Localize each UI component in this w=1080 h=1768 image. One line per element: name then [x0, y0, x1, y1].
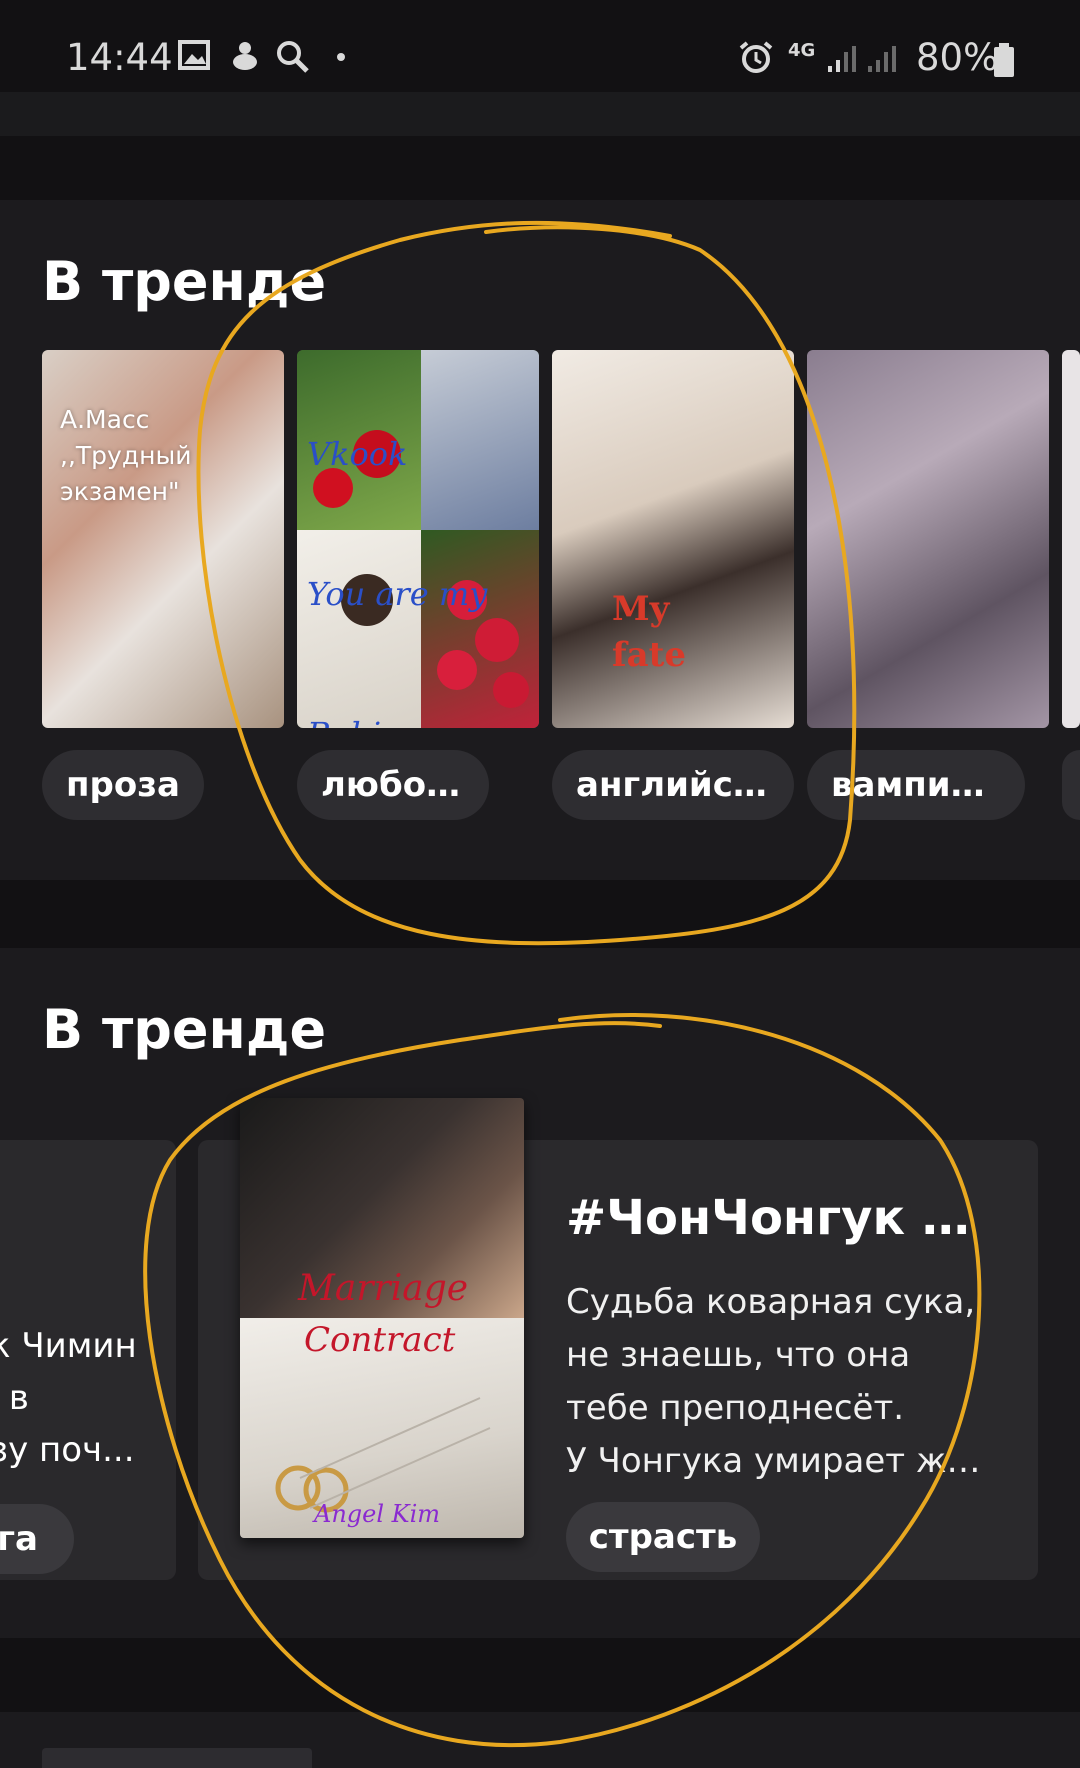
- genre-chip[interactable]: ега: [0, 1504, 74, 1574]
- desc-line: тебе преподнесёт.: [566, 1388, 905, 1428]
- book-cover-3[interactable]: My fate: [552, 350, 794, 728]
- desc-line: У Чонгука умирает жена...: [566, 1441, 996, 1481]
- cover-text: Contract: [304, 1320, 456, 1360]
- card-desc-line: зу поч...: [0, 1430, 135, 1470]
- book-cover-1[interactable]: А.Масс ,,Трудный экзамен": [42, 350, 284, 728]
- section-title: В тренде: [42, 998, 327, 1061]
- cover-author: Angel Kim: [314, 1500, 441, 1528]
- book-card-partial[interactable]: к Чимин ь в зу поч... ега: [0, 1140, 176, 1580]
- alarm-icon: [739, 41, 773, 73]
- book-cover-5[interactable]: [1062, 350, 1080, 728]
- status-time: 14:44: [66, 36, 173, 79]
- section-title-partial: [42, 1748, 312, 1768]
- battery-icon: [994, 43, 1014, 77]
- genre-chip[interactable]: любовь: [297, 750, 489, 820]
- cover-text: Marriage: [298, 1268, 469, 1309]
- book-cover-2[interactable]: Vkook You are my Robin Angel Kim: [297, 350, 539, 728]
- signal-icon: [828, 46, 856, 72]
- featured-book-cover[interactable]: Marriage Contract Angel Kim: [240, 1098, 524, 1538]
- section-title: В тренде: [42, 250, 327, 313]
- signal-icon-2: [868, 46, 896, 72]
- cover-text: А.Масс ,,Трудный экзамен": [60, 405, 192, 506]
- network-4g-icon: 4G: [788, 40, 816, 61]
- card-desc-line: к Чимин: [0, 1326, 137, 1366]
- genre-chip-partial[interactable]: [1062, 750, 1080, 820]
- book-cover-4[interactable]: [807, 350, 1049, 728]
- desc-line: не знаешь, что она: [566, 1335, 911, 1375]
- book-title[interactable]: #ЧонЧонгук "З...: [566, 1190, 990, 1246]
- card-desc-line: ь в: [0, 1378, 29, 1418]
- genre-chip[interactable]: вампиры: [807, 750, 1025, 820]
- dot-icon: [337, 53, 345, 61]
- image-icon: [178, 40, 210, 70]
- cover-text: My fate: [612, 589, 686, 675]
- genre-chip[interactable]: проза: [42, 750, 204, 820]
- genre-chip[interactable]: английск...: [552, 750, 794, 820]
- notification-app-icon: [233, 42, 257, 70]
- cover-text: Vkook You are my Robin Angel Kim: [307, 435, 488, 728]
- status-bar: 14:44 4G 80%: [0, 0, 1080, 92]
- battery-percent: 80%: [916, 36, 999, 79]
- search-icon: [277, 41, 309, 73]
- desc-line: Судьба коварная сука,: [566, 1282, 976, 1322]
- genre-chip[interactable]: страсть: [566, 1502, 760, 1572]
- top-strip: [0, 92, 1080, 136]
- book-description: Судьба коварная сука, не знаешь, что она…: [566, 1276, 996, 1488]
